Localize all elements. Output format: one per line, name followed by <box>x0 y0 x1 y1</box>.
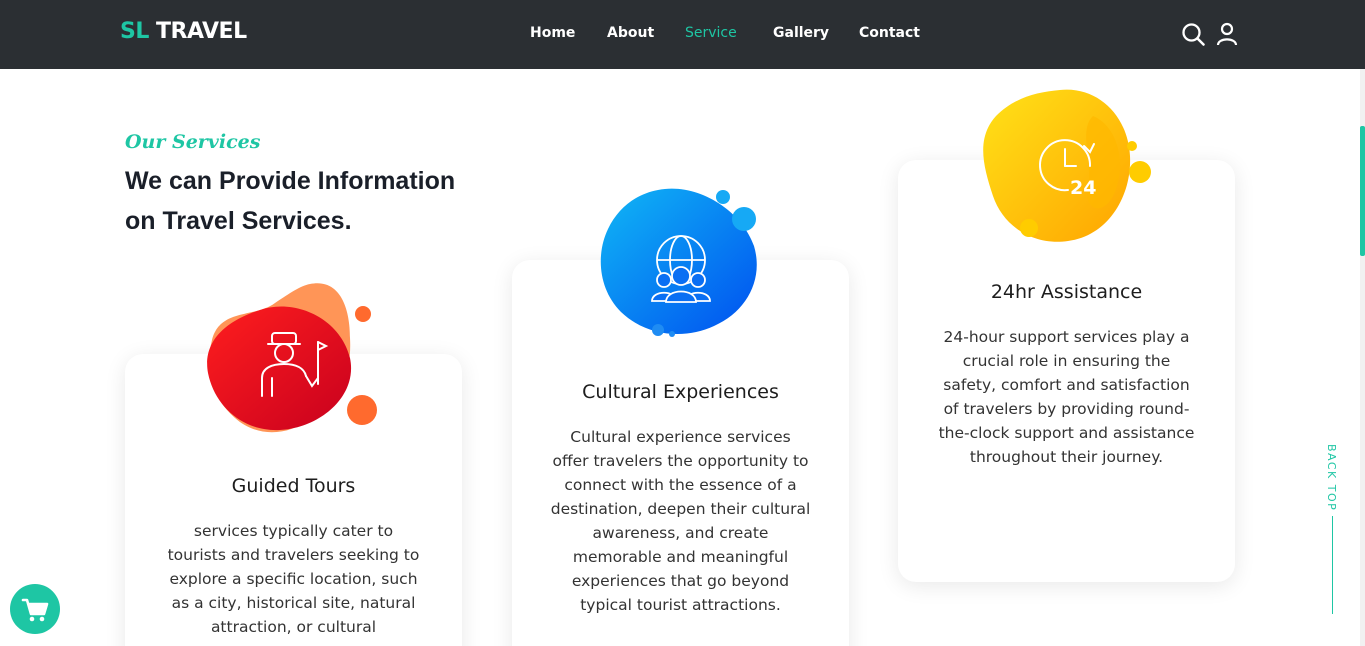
section-title: We can Provide Information on Travel Ser… <box>125 167 456 235</box>
brand-prefix: SL <box>120 19 149 44</box>
cultural-experiences-blob <box>600 188 757 337</box>
top-navbar: SL TRAVEL Home About Service Gallery Con… <box>0 0 1365 69</box>
back-top-line <box>1332 516 1333 614</box>
scrollbar-thumb[interactable] <box>1360 126 1365 256</box>
user-icon[interactable] <box>1215 22 1239 46</box>
24hr-assistance-blob: 24 <box>983 89 1151 242</box>
cart-button[interactable] <box>10 584 60 634</box>
card-text: 24-hour support services play a crucial … <box>938 328 1195 466</box>
search-icon[interactable] <box>1181 22 1205 46</box>
svg-text:24: 24 <box>1070 177 1096 199</box>
cart-icon <box>21 598 49 622</box>
card-title: Guided Tours <box>231 475 356 497</box>
nav-service[interactable]: Service <box>685 25 737 41</box>
section-eyebrow: Our Services <box>125 131 261 153</box>
brand-name: TRAVEL <box>156 19 247 44</box>
back-top-label: BACK TOP <box>1325 444 1338 512</box>
guided-tours-blob <box>207 283 377 433</box>
card-text: Cultural experience services offer trave… <box>550 428 811 614</box>
page: SL TRAVEL Home About Service Gallery Con… <box>0 0 1365 646</box>
card-text: services typically cater to tourists and… <box>167 522 420 636</box>
brand-logo[interactable]: SL TRAVEL <box>120 19 247 44</box>
card-title: 24hr Assistance <box>990 281 1143 303</box>
card-title: Cultural Experiences <box>582 381 779 403</box>
nav-contact[interactable]: Contact <box>859 25 920 41</box>
nav-about[interactable]: About <box>607 25 654 41</box>
nav-home[interactable]: Home <box>530 25 575 41</box>
nav-gallery[interactable]: Gallery <box>773 25 829 41</box>
